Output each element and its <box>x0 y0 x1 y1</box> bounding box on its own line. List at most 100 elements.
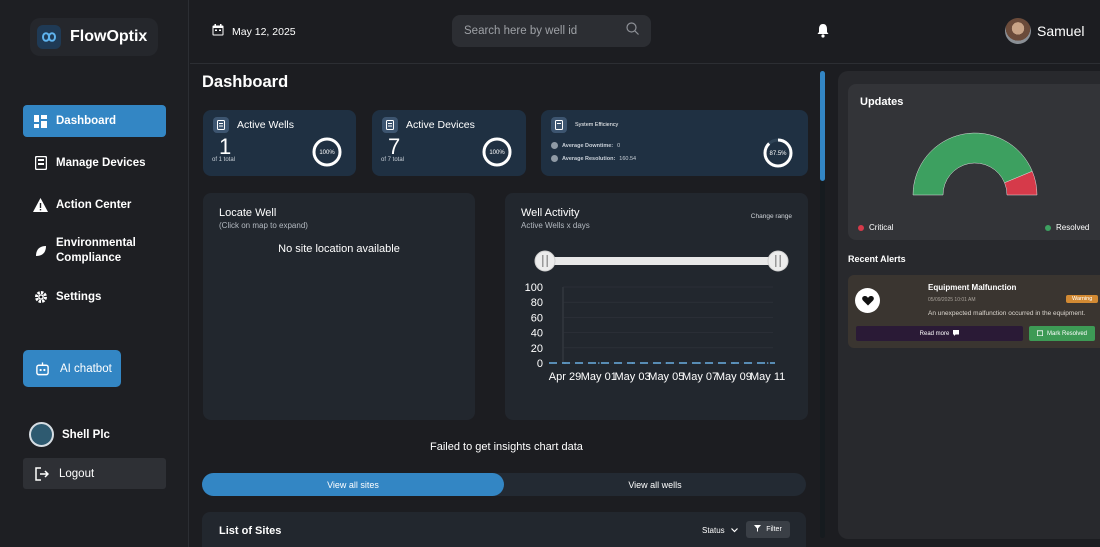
active-wells-card: Active Wells 1 of 1 total 100% <box>203 110 356 176</box>
sidebar-item-label: Manage Devices <box>56 157 146 169</box>
top-bar: May 12, 2025 Samuel <box>190 0 1100 64</box>
y-tick-label: 60 <box>531 312 543 324</box>
updates-panel: Updates Critical Resolved <box>848 84 1100 240</box>
search-bar[interactable] <box>452 15 651 47</box>
gear-icon <box>33 290 48 305</box>
read-more-button[interactable]: Read more <box>856 326 1023 341</box>
status-dropdown[interactable]: Status <box>702 526 738 535</box>
legend-label: Resolved <box>1056 223 1090 232</box>
view-toggle: View all sites View all wells <box>202 473 806 496</box>
legend-critical: Critical <box>858 223 893 232</box>
insights-error-message: Failed to get insights chart data <box>430 441 583 453</box>
range-slider-start-handle <box>534 250 556 272</box>
mark-resolved-button[interactable]: Mark Resolved <box>1029 326 1095 341</box>
efficiency-icon <box>551 117 567 133</box>
app-logo[interactable]: FlowOptix <box>30 18 158 56</box>
user-profile[interactable]: Samuel <box>1005 18 1084 44</box>
search-icon[interactable] <box>626 22 639 40</box>
data-point <box>665 362 668 364</box>
data-point <box>631 362 634 364</box>
stat-sub: of 1 total <box>212 157 236 163</box>
sidebar-item-label: Dashboard <box>56 115 117 127</box>
change-range-button[interactable]: Change range <box>751 213 792 220</box>
efficiency-ring: 87.5% <box>763 138 793 168</box>
resolution-icon <box>551 155 558 162</box>
ring-label: 100% <box>319 150 335 156</box>
range-slider-track <box>541 257 783 265</box>
status-badge: Warning <box>1066 295 1099 303</box>
alert-time: 05/09/2025 10:01 AM <box>928 297 976 303</box>
data-point <box>564 362 566 364</box>
sidebar-item-settings[interactable]: Settings <box>23 281 166 313</box>
device-icon <box>382 117 398 133</box>
y-tick-label: 0 <box>537 358 543 370</box>
sidebar-item-manage-devices[interactable]: Manage Devices <box>23 147 166 179</box>
view-all-wells-button[interactable]: View all wells <box>504 473 806 496</box>
data-point <box>733 362 735 364</box>
filter-label: Filter <box>766 526 782 533</box>
well-icon <box>213 117 229 133</box>
notification-bell-icon[interactable] <box>816 23 830 43</box>
x-tick-label: May 05 <box>648 371 684 383</box>
sidebar-item-label: Settings <box>56 291 102 303</box>
message-icon <box>953 329 960 338</box>
stat-header: Active Wells <box>213 117 294 133</box>
panel-subtitle: Active Wells x days <box>521 221 590 230</box>
calendar-icon <box>212 24 224 39</box>
clock-icon <box>551 142 558 149</box>
range-slider-end-handle <box>767 250 789 272</box>
view-all-sites-button[interactable]: View all sites <box>202 473 504 496</box>
robot-icon <box>35 361 50 376</box>
chatbot-label: AI chatbot <box>60 362 112 375</box>
organization[interactable]: Shell Plc <box>29 422 110 447</box>
stat-label: Active Devices <box>406 119 475 131</box>
dashboard-icon <box>33 114 48 129</box>
resolution-label: Average Resolution: <box>562 155 616 162</box>
resolution-value: 160.54 <box>619 155 637 162</box>
panel-title: List of Sites <box>219 525 282 537</box>
active-devices-card: Active Devices 7 of 7 total 100% <box>372 110 526 176</box>
data-point <box>766 362 769 364</box>
alert-message: An unexpected malfunction occurred in th… <box>928 310 1086 317</box>
app-name: FlowOptix <box>70 28 148 45</box>
sidebar-item-label: Environmental Compliance <box>56 237 136 264</box>
page-title: Dashboard <box>202 73 289 91</box>
stat-header: System Efficiency <box>551 117 618 133</box>
y-tick-label: 40 <box>531 328 543 340</box>
locate-well-panel[interactable]: Locate Well (Click on map to expand) No … <box>203 193 475 420</box>
ai-chatbot-button[interactable]: AI chatbot <box>23 350 121 387</box>
y-tick-label: 20 <box>531 343 543 355</box>
search-input[interactable] <box>464 25 626 37</box>
logout-button[interactable]: Logout <box>23 458 166 489</box>
x-tick-label: May 11 <box>750 371 785 383</box>
range-slider-end-grip <box>775 255 777 267</box>
app-root: FlowOptix Dashboard Manage Devices Actio… <box>0 0 1100 547</box>
logout-icon <box>34 466 49 481</box>
sidebar-item-environmental-compliance[interactable]: Environmental Compliance <box>23 231 166 271</box>
stat-label: System Efficiency <box>575 122 619 128</box>
chevron-down-icon <box>730 526 738 535</box>
y-tick-label: 80 <box>531 297 543 309</box>
sidebar-item-dashboard[interactable]: Dashboard <box>23 105 166 137</box>
well-activity-panel: Well Activity Active Wells x days Change… <box>505 193 808 420</box>
check-calendar-icon <box>1036 329 1044 338</box>
ring-label: 87.5% <box>769 151 787 157</box>
empty-map-message: No site location available <box>278 243 400 255</box>
range-slider-start-grip <box>546 255 548 267</box>
downtime-label: Average Downtime: <box>562 142 614 149</box>
list-of-sites-panel: List of Sites Status Filter <box>202 512 806 547</box>
recent-alerts-title: Recent Alerts <box>848 254 906 264</box>
logo-icon <box>37 25 61 49</box>
filter-button[interactable]: Filter <box>746 521 790 538</box>
leaf-icon <box>33 244 48 259</box>
sidebar-item-action-center[interactable]: Action Center <box>23 189 166 221</box>
ring-label: 100% <box>489 150 505 156</box>
warning-icon <box>33 198 48 213</box>
stat-ring: 100% <box>482 137 512 167</box>
range-slider-end-grip <box>779 255 781 267</box>
x-tick-label: Apr 29 <box>549 371 581 383</box>
panel-title: Well Activity <box>521 207 580 219</box>
x-tick-label: May 01 <box>581 371 617 383</box>
scrollbar-thumb[interactable] <box>820 71 825 181</box>
panel-subtitle: (Click on map to expand) <box>219 221 308 230</box>
